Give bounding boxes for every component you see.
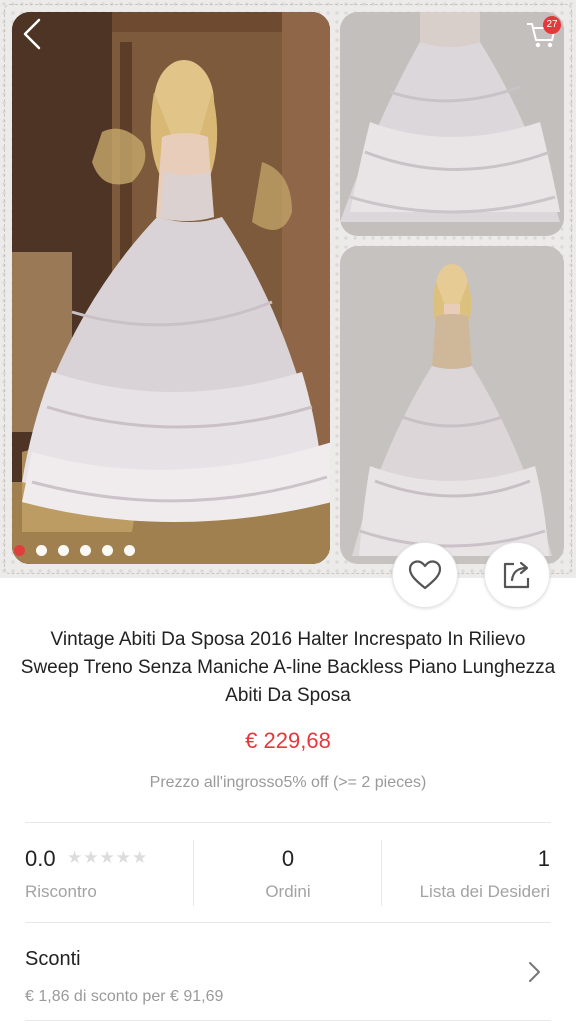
gallery-pagination [14,545,135,556]
back-button[interactable] [14,16,50,52]
chevron-right-icon [529,962,540,982]
product-stats: 0.0 ★★★★★ Riscontro 0 Ordini 1 Lista dei… [0,826,576,922]
dress-photo-front [340,246,564,564]
pagination-dot[interactable] [36,545,47,556]
orders-label: Ordini [265,882,311,901]
divider [25,1020,551,1021]
pagination-dot[interactable] [102,545,113,556]
pagination-dot[interactable] [80,545,91,556]
discounts-heading: Sconti [25,948,81,970]
dress-photo-main [12,12,330,564]
wishlist-value: 1 [537,846,550,871]
thumbnail-photo-2[interactable] [340,246,564,564]
stat-orders[interactable]: 0 Ordini [194,826,382,922]
product-gallery[interactable]: 27 [0,0,576,578]
product-price: € 229,68 [245,728,331,753]
favorite-button[interactable] [392,542,458,608]
heart-outline-icon [408,560,442,590]
divider [25,822,551,823]
pagination-dot[interactable] [124,545,135,556]
wishlist-label: Lista dei Desideri [419,882,550,901]
share-icon [503,561,530,589]
cart-count-badge: 27 [543,16,561,34]
stat-rating[interactable]: 0.0 ★★★★★ Riscontro [25,826,190,922]
product-title: Vintage Abiti Da Sposa 2016 Halter Incre… [20,629,556,706]
pagination-dot[interactable] [14,545,25,556]
discounts-row[interactable]: Sconti € 1,86 di sconto per € 91,69 [0,924,576,1020]
pagination-dot[interactable] [58,545,69,556]
cart-button[interactable]: 27 [524,16,564,52]
rating-label: Riscontro [25,882,97,901]
orders-value: 0 [281,846,295,871]
divider [25,922,551,923]
rating-stars-icon: ★★★★★ [67,848,149,867]
stat-wishlist[interactable]: 1 Lista dei Desideri [382,826,550,922]
share-button[interactable] [484,542,550,608]
main-product-photo[interactable] [12,12,330,564]
chevron-left-icon [23,18,41,50]
wholesale-price-note: Prezzo all'ingrosso5% off (>= 2 pieces) [149,774,427,791]
discounts-detail: € 1,86 di sconto per € 91,69 [25,988,224,1005]
rating-value: 0.0 [25,846,56,871]
